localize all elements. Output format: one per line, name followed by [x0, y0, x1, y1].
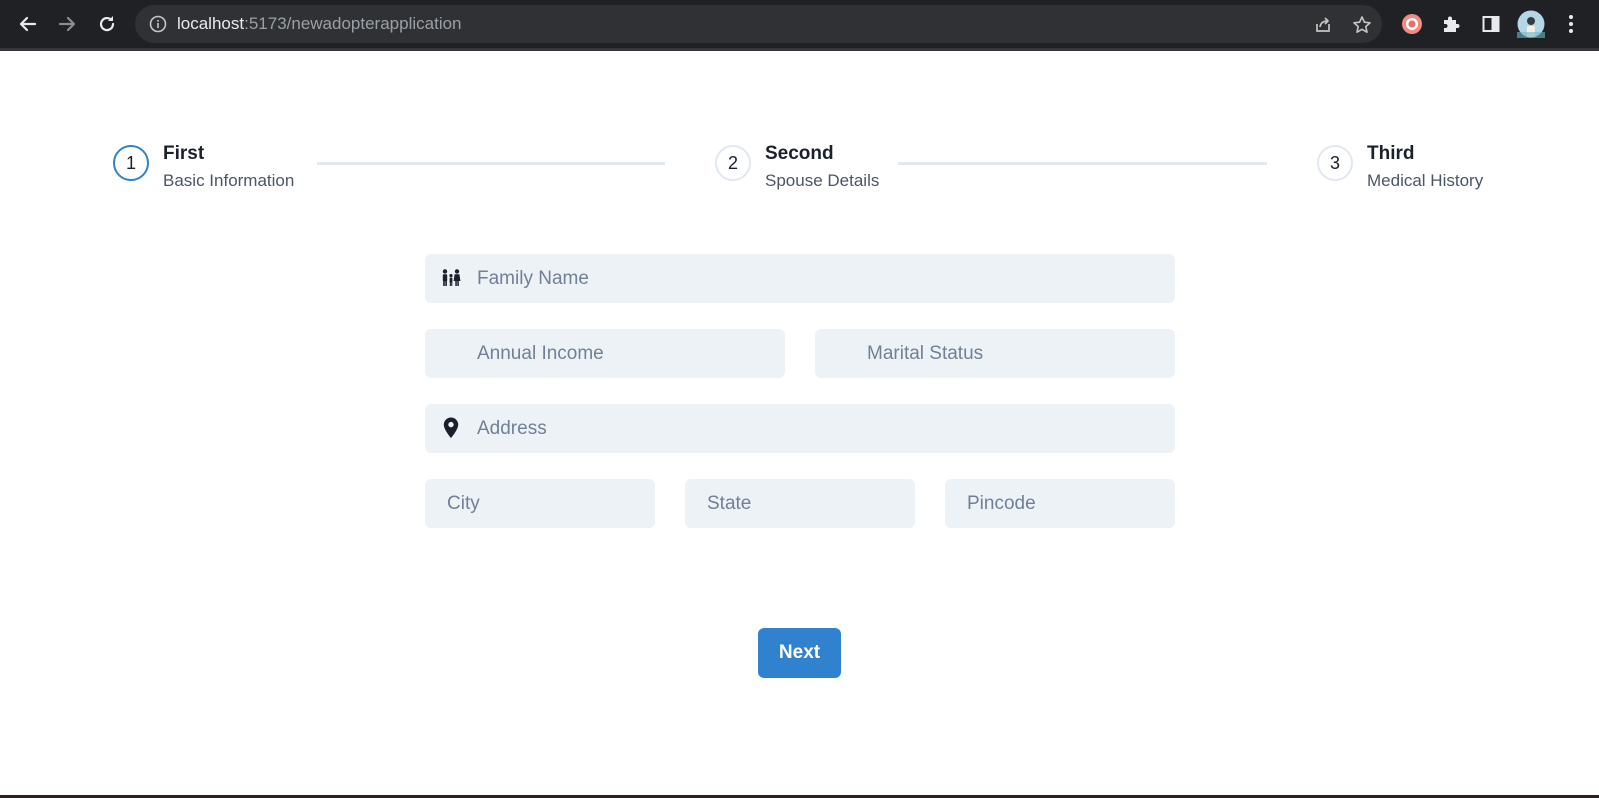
step-title: First	[163, 143, 205, 164]
step-title: Third	[1367, 143, 1415, 164]
step-separator	[317, 162, 665, 165]
step-indicator-2: 2	[715, 145, 751, 181]
pincode-input[interactable]	[945, 479, 1175, 528]
reload-icon	[99, 16, 115, 32]
url-host: localhost	[177, 14, 245, 33]
back-button[interactable]	[13, 9, 43, 39]
back-arrow-icon	[19, 16, 37, 32]
step-first[interactable]: 1 First Basic Information	[113, 143, 313, 193]
annual-income-field	[425, 329, 785, 378]
site-info-icon[interactable]	[149, 15, 167, 33]
side-panel-icon	[1482, 16, 1500, 32]
side-panel-button[interactable]	[1476, 9, 1506, 39]
forward-button[interactable]	[52, 9, 82, 39]
extension-record-button[interactable]	[1397, 9, 1427, 39]
state-field	[685, 479, 915, 528]
step-description: Spouse Details	[765, 171, 880, 190]
address-field	[425, 404, 1175, 453]
kebab-menu-icon	[1569, 15, 1573, 33]
forward-arrow-icon	[58, 16, 76, 32]
step-description: Basic Information	[163, 171, 295, 190]
step-description: Medical History	[1367, 171, 1484, 190]
browser-toolbar: localhost:5173/newadopterapplication	[0, 0, 1599, 48]
step-second[interactable]: 2 Second Spouse Details	[715, 143, 895, 193]
extensions-button[interactable]	[1436, 9, 1466, 39]
marital-status-input[interactable]	[815, 329, 1175, 378]
bookmark-star-icon	[1353, 16, 1371, 33]
marital-status-field	[815, 329, 1175, 378]
state-input[interactable]	[685, 479, 915, 528]
step-third[interactable]: 3 Third Medical History	[1317, 143, 1497, 193]
step-indicator-1: 1	[113, 145, 149, 181]
share-icon	[1316, 17, 1330, 32]
family-name-input[interactable]	[425, 254, 1175, 303]
extension-record-icon	[1402, 14, 1422, 34]
url-path: :5173/newadopterapplication	[244, 14, 462, 33]
toolbar-divider	[0, 48, 1599, 51]
family-name-field	[425, 254, 1175, 303]
address-bar[interactable]: localhost:5173/newadopterapplication	[135, 5, 1382, 43]
address-input[interactable]	[425, 404, 1175, 453]
url-text[interactable]: localhost:5173/newadopterapplication	[177, 14, 462, 34]
bookmark-button[interactable]	[1351, 14, 1373, 36]
browser-menu-button[interactable]	[1556, 9, 1586, 39]
profile-avatar	[1517, 10, 1545, 38]
extensions-puzzle-icon	[1444, 16, 1460, 32]
next-button[interactable]: Next	[758, 628, 841, 678]
share-button[interactable]	[1312, 14, 1334, 36]
step-separator	[898, 162, 1267, 165]
reload-button[interactable]	[92, 9, 122, 39]
step-title: Second	[765, 143, 834, 164]
city-field	[425, 479, 655, 528]
pincode-field	[945, 479, 1175, 528]
step-indicator-3: 3	[1317, 145, 1353, 181]
city-input[interactable]	[425, 479, 655, 528]
annual-income-input[interactable]	[425, 329, 785, 378]
profile-button[interactable]	[1516, 9, 1546, 39]
